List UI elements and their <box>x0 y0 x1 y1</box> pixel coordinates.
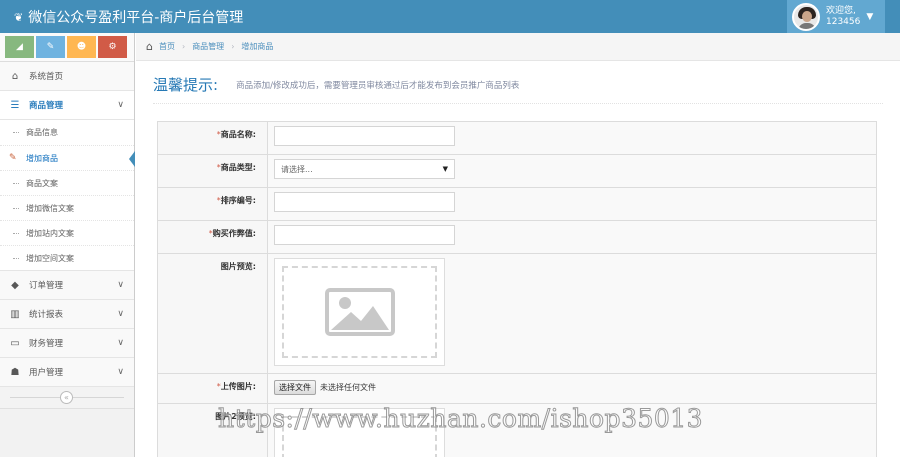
image-preview <box>274 258 445 366</box>
product-name-input[interactable] <box>274 126 455 146</box>
home-icon: ⌂ <box>146 40 153 53</box>
purchase-value-input[interactable] <box>274 225 455 245</box>
credit-card-icon: ▭ <box>10 337 20 349</box>
select-value: 请选择... <box>281 164 313 174</box>
group-icon[interactable]: ☻ <box>67 36 96 58</box>
sidebar-item-finance[interactable]: ▭ 财务管理 ∨ <box>0 329 134 358</box>
price-label: 购买作弊值: <box>212 229 256 238</box>
sidebar: ◢ ✎ ☻ ⚙ ⌂ 系统首页 ☰ 商品管理 ∨ 商品信息 ✎ 增加商品 商品文案 … <box>0 33 135 457</box>
choose-file-button[interactable]: 选择文件 <box>274 379 316 395</box>
sidebar-shortcuts: ◢ ✎ ☻ ⚙ <box>0 33 134 62</box>
upload-label: 上传图片: <box>220 382 256 391</box>
page-subtitle: 商品添加/修改成功后，需要管理员审核通过后才能发布到会员推广商品列表 <box>236 80 520 91</box>
leaf-icon: ❦ <box>14 10 24 24</box>
caret-down-icon: ▼ <box>442 165 448 173</box>
signal-icon[interactable]: ◢ <box>5 36 34 58</box>
user-name: 123456 <box>826 16 861 27</box>
sidebar-item-reports[interactable]: ▥ 统计报表 ∨ <box>0 300 134 329</box>
submenu-item-add-space-copy[interactable]: 增加空间文案 <box>0 245 134 270</box>
chevron-down-icon: ∨ <box>117 338 124 348</box>
form-label: *排序编号: <box>157 187 268 221</box>
submenu-item-product-copy[interactable]: 商品文案 <box>0 170 134 195</box>
file-status: 未选择任何文件 <box>320 382 376 392</box>
chevron-down-icon: ∨ <box>117 309 124 319</box>
user-info: 欢迎您, 123456 <box>826 6 860 28</box>
pencil-icon[interactable]: ✎ <box>36 36 65 58</box>
sidebar-item-label: 商品管理 <box>29 101 64 111</box>
submenu-label: 增加微信文案 <box>26 203 74 213</box>
type-label: 商品类型: <box>220 163 256 172</box>
sidebar-collapse: « <box>0 387 134 409</box>
submenu-item-product-info[interactable]: 商品信息 <box>0 120 134 145</box>
home-icon: ⌂ <box>11 70 19 82</box>
tag-icon: ◆ <box>11 279 19 291</box>
form-label: 图片预览: <box>157 253 268 374</box>
app-title: 微信公众号盈利平台-商户后台管理 <box>28 10 244 26</box>
list-icon: ☰ <box>10 99 20 111</box>
product-type-select[interactable]: 请选择... ▼ <box>274 159 455 179</box>
pencil-icon: ✎ <box>9 153 17 163</box>
chevron-down-icon: ∨ <box>117 100 124 110</box>
bar-chart-icon: ▥ <box>10 308 20 320</box>
chevron-right-icon: › <box>181 42 186 51</box>
sidebar-item-label: 订单管理 <box>29 281 64 291</box>
user-greeting: 欢迎您, <box>826 5 856 16</box>
submenu-label: 增加站内文案 <box>26 228 74 238</box>
sidebar-item-label: 系统首页 <box>29 72 64 82</box>
page-title: 温馨提示: <box>153 76 219 94</box>
sidebar-item-orders[interactable]: ◆ 订单管理 ∨ <box>0 271 134 300</box>
avatar <box>792 2 820 31</box>
sidebar-item-label: 用户管理 <box>29 368 64 378</box>
breadcrumb-section[interactable]: 商品管理 <box>192 41 224 52</box>
chevron-right-icon: › <box>231 42 235 51</box>
form-label: *商品类型: <box>157 154 268 188</box>
submenu-label: 商品信息 <box>26 128 58 137</box>
user-menu[interactable]: 欢迎您, 123456 ▼ <box>787 0 885 33</box>
page-header: 温馨提示: 商品添加/修改成功后，需要管理员审核通过后才能发布到会员推广商品列表 <box>153 66 883 104</box>
sidebar-item-home[interactable]: ⌂ 系统首页 <box>0 62 134 91</box>
cogs-icon[interactable]: ⚙ <box>98 36 127 58</box>
sidebar-item-products[interactable]: ☰ 商品管理 ∨ <box>0 91 134 120</box>
breadcrumb-home[interactable]: 首页 <box>159 41 175 52</box>
form-label: *购买作弊值: <box>157 220 268 254</box>
form-label: *商品名称: <box>157 121 268 155</box>
breadcrumb-current[interactable]: 增加商品 <box>241 41 273 52</box>
products-submenu: 商品信息 ✎ 增加商品 商品文案 增加微信文案 增加站内文案 增加空间文案 <box>0 120 135 271</box>
caret-down-icon: ▼ <box>866 11 874 22</box>
chevron-down-icon: ∨ <box>117 367 124 377</box>
breadcrumb: ⌂ 首页 › 商品管理 › 增加商品 <box>136 33 900 61</box>
image-placeholder-icon <box>324 288 395 336</box>
file-upload: 选择文件 未选择任何文件 <box>274 378 870 396</box>
watermark: https://www.huzhan.com/ishop35013 <box>217 404 704 434</box>
submenu-label: 商品文案 <box>26 178 58 188</box>
sidebar-item-label: 统计报表 <box>29 310 64 320</box>
sort-number-input[interactable] <box>274 192 455 212</box>
submenu-item-add-wechat-copy[interactable]: 增加微信文案 <box>0 195 134 220</box>
active-indicator <box>129 151 135 167</box>
chevron-down-icon: ∨ <box>117 280 124 290</box>
brand[interactable]: ❦ 微信公众号盈利平台-商户后台管理 <box>14 7 243 27</box>
submenu-item-add-site-copy[interactable]: 增加站内文案 <box>0 220 134 245</box>
name-label: 商品名称: <box>220 130 256 139</box>
double-angle-left-icon[interactable]: « <box>60 391 73 404</box>
top-navbar: ❦ 微信公众号盈利平台-商户后台管理 欢迎您, 123456 ▼ <box>0 0 900 33</box>
users-icon: ☗ <box>10 366 20 378</box>
submenu-item-add-product[interactable]: ✎ 增加商品 <box>0 145 135 170</box>
form-label: *上传图片: <box>157 373 268 404</box>
submenu-label: 增加空间文案 <box>26 253 74 263</box>
sidebar-item-label: 财务管理 <box>29 339 64 349</box>
preview-label: 图片预览: <box>220 262 256 271</box>
sidebar-item-users[interactable]: ☗ 用户管理 ∨ <box>0 358 134 387</box>
sort-label: 排序编号: <box>220 196 256 205</box>
submenu-label: 增加商品 <box>26 153 58 163</box>
